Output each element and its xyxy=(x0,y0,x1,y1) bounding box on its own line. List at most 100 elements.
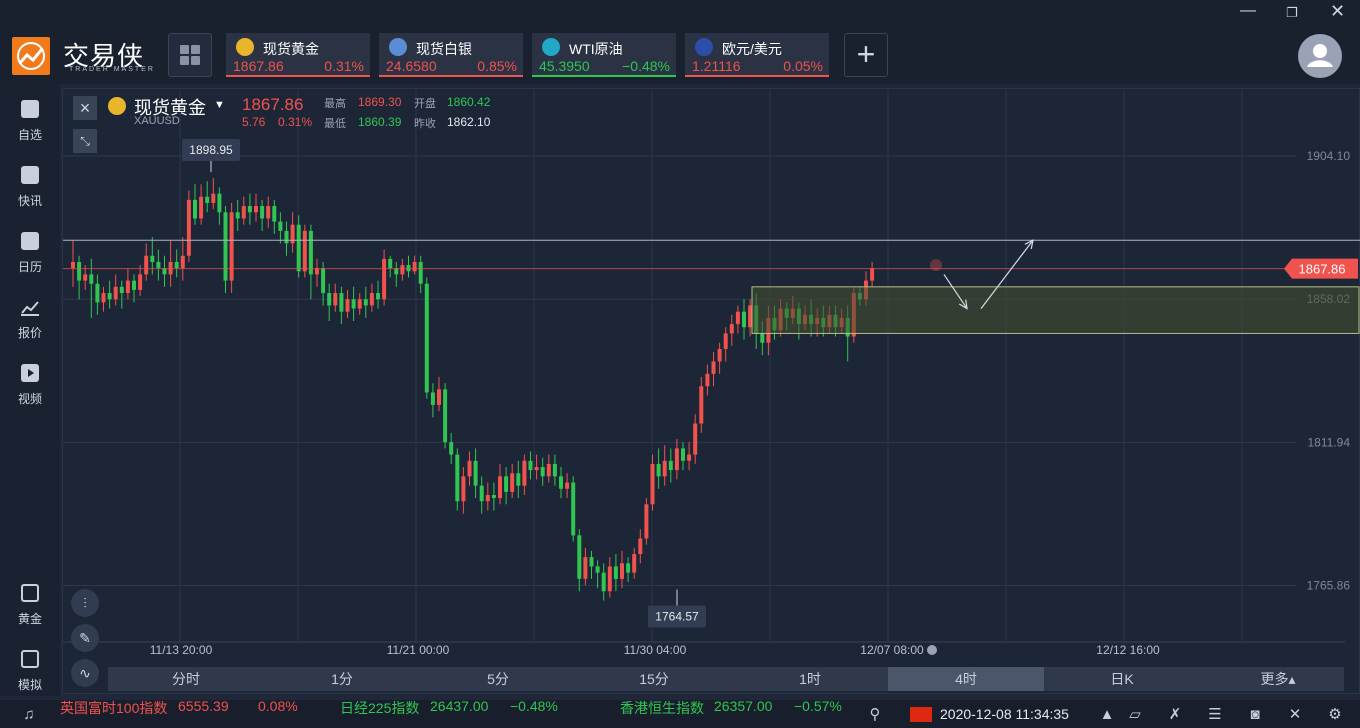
latest-price-glow xyxy=(930,259,942,272)
candle-body xyxy=(430,392,435,405)
settings-icon[interactable]: ⚙ xyxy=(1326,706,1344,724)
candle-body xyxy=(473,460,478,486)
candle-body xyxy=(327,293,332,306)
status-ticker-name: 英国富时100指数 xyxy=(60,700,168,716)
candle-body xyxy=(144,255,149,275)
close-chart-button[interactable]: × xyxy=(73,96,97,120)
x-tick-label: 12/07 08:00 xyxy=(860,643,924,657)
candle-body xyxy=(571,482,576,536)
candle-body xyxy=(870,268,875,281)
candle-body xyxy=(687,454,692,461)
list-icon[interactable]: ☰ xyxy=(1206,706,1224,724)
candle-body xyxy=(681,448,685,461)
high-value: 1869.30 xyxy=(358,95,402,109)
candle-body xyxy=(729,324,734,334)
prev-close-value: 1862.10 xyxy=(447,115,491,129)
candle-body xyxy=(577,535,582,579)
candle-body xyxy=(89,274,94,284)
candle-body xyxy=(376,293,380,300)
candle-body xyxy=(308,230,313,275)
candle-body xyxy=(650,463,655,505)
candle-body xyxy=(284,230,289,244)
candle-body xyxy=(504,476,509,492)
candle-body xyxy=(95,283,100,303)
candle-body xyxy=(607,566,612,592)
timeframe-tab[interactable]: 分时 xyxy=(108,667,264,691)
candle-body xyxy=(223,212,228,281)
candle-body xyxy=(296,224,301,272)
candle-body xyxy=(107,293,112,300)
draw-pen-icon[interactable]: ✎ xyxy=(71,624,99,652)
symbol-dropdown-icon[interactable]: ▼ xyxy=(214,99,225,111)
prev-close-label: 昨收 xyxy=(414,118,436,130)
x-tick-label: 11/30 04:00 xyxy=(624,643,687,657)
candle-body xyxy=(534,467,539,471)
candle-body xyxy=(400,265,405,275)
chart-grid: 1904.101858.021811.941765.8611/13 20:001… xyxy=(63,90,1350,657)
support-zone xyxy=(751,286,1360,334)
high-label: 最高 xyxy=(324,98,346,110)
status-ticker-name: 日经225指数 xyxy=(340,700,420,716)
candle-body xyxy=(552,463,557,477)
open-label: 开盘 xyxy=(414,98,436,110)
status-ticker-change: −0.57% xyxy=(794,698,842,714)
current-price-tag-label: 1867.86 xyxy=(1299,262,1346,277)
tools-icon[interactable]: ✗ xyxy=(1166,706,1184,724)
candle-body xyxy=(424,283,429,393)
timeframe-tab[interactable]: 1时 xyxy=(732,667,888,691)
candle-body xyxy=(601,572,606,592)
camera-icon[interactable]: ◙ xyxy=(1246,706,1264,724)
high-marker-label: 1898.95 xyxy=(189,143,233,157)
candle-body xyxy=(565,482,570,489)
status-ticker-value: 6555.39 xyxy=(178,698,229,714)
timeframe-tab[interactable]: 4时 xyxy=(888,667,1044,691)
china-flag-icon xyxy=(910,707,932,722)
status-bar: ♫ 英国富时100指数 6555.39 0.08% 日经225指数 26437.… xyxy=(0,698,1360,728)
candle-body xyxy=(345,299,350,312)
candle-body xyxy=(723,333,728,349)
shrink-chart-button[interactable]: ⤡ xyxy=(73,129,97,153)
timeframe-tab[interactable]: 5分 xyxy=(420,667,576,691)
candle-body xyxy=(644,504,649,539)
candle-body xyxy=(369,293,374,306)
candle-body xyxy=(260,206,265,219)
candle-body xyxy=(357,299,362,309)
candle-body xyxy=(699,386,704,424)
candle-body xyxy=(717,348,722,362)
timeframe-tab[interactable]: 更多▴ xyxy=(1200,667,1356,691)
low-value: 1860.39 xyxy=(358,115,402,129)
timeframe-tab[interactable]: 15分 xyxy=(576,667,732,691)
candle-body xyxy=(620,563,624,579)
link-icon[interactable]: ⚲ xyxy=(866,706,884,724)
x-scroll-handle xyxy=(927,645,937,655)
candle-body xyxy=(668,460,673,471)
mute-icon[interactable]: ✕ xyxy=(1286,706,1304,724)
gold-coin-icon xyxy=(108,97,126,115)
indicator-tool-icon[interactable]: ⫶ xyxy=(71,589,99,617)
candle-body xyxy=(125,280,130,294)
candle-body xyxy=(498,476,502,499)
candle-body xyxy=(113,286,118,300)
candle-body xyxy=(540,467,545,477)
price-change-pct: 0.31% xyxy=(278,115,313,129)
candle-body xyxy=(760,333,765,343)
timeframe-tab[interactable]: 1分 xyxy=(264,667,420,691)
timeframe-tab[interactable]: 日K xyxy=(1044,667,1200,691)
headset-icon[interactable]: ♫ xyxy=(20,706,38,724)
caret-up-icon[interactable]: ▲ xyxy=(1098,706,1116,724)
candle-body xyxy=(674,448,679,471)
candle-body xyxy=(71,261,75,269)
candle-body xyxy=(180,255,185,269)
candle-body xyxy=(174,261,179,269)
candle-body xyxy=(199,196,204,219)
candle-body xyxy=(351,299,356,309)
candle-body xyxy=(241,206,246,219)
chart-type-icon[interactable]: ∿ xyxy=(71,659,99,687)
candle-body xyxy=(382,258,387,300)
screenshot-icon[interactable]: ▱ xyxy=(1126,706,1144,724)
status-ticker-value: 26357.00 xyxy=(714,698,773,714)
low-marker-label: 1764.57 xyxy=(655,610,699,624)
open-value: 1860.42 xyxy=(447,95,491,109)
candle-body xyxy=(711,361,716,374)
y-tick-label: 1904.10 xyxy=(1307,149,1351,163)
